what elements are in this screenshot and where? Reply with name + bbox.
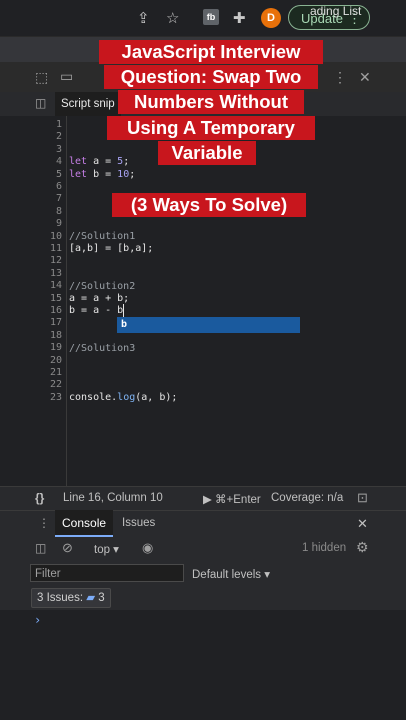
code-line-10: //Solution1	[69, 231, 136, 242]
overlay-title-line-2: Question: Swap Two	[104, 65, 318, 89]
line-number: 13	[49, 267, 62, 279]
toggle-navigator-icon[interactable]: ◫	[35, 96, 46, 110]
star-icon[interactable]: ☆	[166, 9, 179, 27]
coverage-status: Coverage: n/a	[271, 492, 344, 504]
line-number: 2	[55, 131, 62, 143]
hidden-count: 1 hidden	[302, 542, 347, 554]
overlay-title-line-5: Variable	[158, 141, 256, 165]
line-number: 5	[55, 168, 62, 180]
code-line-14: //Solution2	[69, 281, 136, 292]
pretty-print-icon[interactable]: {}	[35, 491, 44, 505]
line-number: 21	[49, 367, 62, 378]
code-line-15: a = a + b;	[69, 293, 130, 304]
line-number: 14	[49, 280, 62, 292]
text-caret	[123, 304, 124, 318]
tab-script-snippet[interactable]: Script snip	[55, 92, 121, 116]
line-number: 6	[55, 181, 62, 192]
filter-input[interactable]: Filter	[30, 564, 184, 582]
line-number: 17	[49, 317, 62, 329]
line-number: 20	[49, 354, 62, 366]
message-icon: ▰	[86, 592, 96, 604]
code-line-4: let a = 5;	[69, 156, 130, 167]
line-number: 16	[49, 305, 62, 316]
code-line-23: console.log(a, b);	[69, 392, 178, 403]
code-line-5: let b = 10;	[69, 169, 136, 180]
run-snippet-button[interactable]: ▶ ⌘+Enter	[203, 492, 261, 506]
overlay-title-line-4: Using A Temporary	[107, 116, 315, 140]
autocomplete-suggestion[interactable]: b	[117, 317, 300, 333]
screenshot-icon[interactable]: ⊡	[357, 490, 368, 506]
line-number: 8	[55, 205, 62, 217]
line-number: 9	[55, 218, 62, 230]
overlay-subtitle: (3 Ways To Solve)	[112, 193, 306, 217]
drawer-menu-icon[interactable]: ⋮	[38, 516, 50, 530]
console-prompt: ›	[34, 613, 42, 627]
inspect-icon[interactable]: ⬚	[35, 69, 48, 86]
code-line-19: //Solution3	[69, 343, 136, 354]
cursor-position: Line 16, Column 10	[63, 492, 163, 504]
code-line-11: [a,b] = [b,a];	[69, 243, 154, 254]
line-number: 3	[55, 143, 62, 155]
line-number: 22	[49, 379, 62, 391]
code-line-16: b = a - b	[69, 305, 124, 316]
share-icon[interactable]: ⇪	[137, 9, 150, 27]
close-drawer-icon[interactable]: ✕	[357, 516, 368, 532]
puzzle-icon[interactable]: ✚	[233, 9, 246, 27]
context-selector[interactable]: top ▾	[94, 542, 119, 556]
overlay-title-line-3: Numbers Without	[118, 90, 304, 114]
line-number: 10	[49, 230, 62, 242]
line-number: 11	[49, 243, 62, 254]
line-number: 15	[49, 292, 62, 304]
console-output[interactable]	[0, 610, 406, 720]
sidebar-toggle-icon[interactable]: ◫	[35, 541, 46, 555]
more-icon[interactable]: ⋮	[333, 69, 347, 86]
line-number: 18	[49, 329, 62, 341]
line-number: 23	[49, 391, 62, 403]
issues-label: 3 Issues:	[37, 592, 84, 604]
issues-count: 3	[98, 592, 105, 604]
gear-icon[interactable]: ⚙	[356, 539, 369, 556]
issues-button[interactable]: 3 Issues: ▰ 3	[31, 588, 111, 608]
line-number: 7	[55, 193, 62, 205]
close-devtools-icon[interactable]: ✕	[359, 69, 371, 86]
reading-list-link[interactable]: ading List	[310, 4, 361, 18]
overlay-title-line-1: JavaScript Interview	[99, 40, 323, 64]
log-levels-dropdown[interactable]: Default levels ▾	[192, 567, 270, 581]
line-number: 1	[55, 119, 62, 130]
extension-icon[interactable]: fb	[203, 9, 219, 25]
clear-console-icon[interactable]: ⊘	[62, 540, 73, 556]
avatar[interactable]: D	[261, 8, 281, 28]
line-number: 12	[49, 255, 62, 267]
device-icon[interactable]: ▭	[60, 68, 73, 85]
line-number: 4	[55, 156, 62, 168]
line-number: 19	[49, 342, 62, 354]
tab-issues[interactable]: Issues	[122, 517, 155, 529]
eye-icon[interactable]: ◉	[142, 540, 153, 556]
tab-console[interactable]: Console	[55, 510, 114, 537]
